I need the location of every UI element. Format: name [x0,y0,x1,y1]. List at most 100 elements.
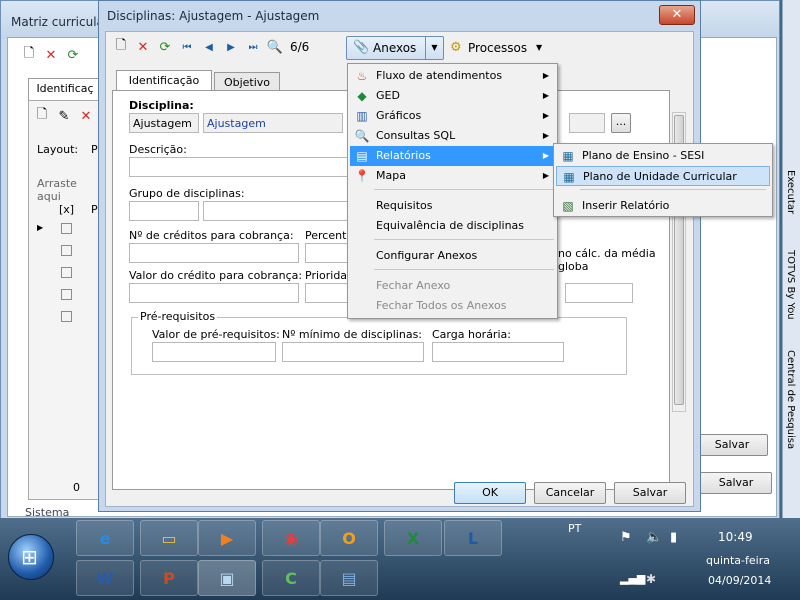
submenu-item-inserir-relatorio[interactable]: ▧ Inserir Relatório [556,196,770,216]
grupo-name-field[interactable] [203,201,353,221]
anexos-dropdown-arrow-icon[interactable]: ▼ [425,37,443,59]
gears-icon: ⚙ [450,40,462,55]
clock-day[interactable]: quinta-feira [706,554,770,567]
first-record-icon[interactable]: ⏮ [178,38,196,56]
menu-item-relatorios[interactable]: ▤ Relatórios ▶ [350,146,555,166]
refresh-icon[interactable]: ⟳ [156,38,174,56]
clock-date[interactable]: 04/09/2014 [708,574,771,587]
submenu-arrow-icon: ▶ [542,91,549,100]
camtasia-taskbar-icon[interactable]: C [262,560,320,596]
chart-icon: ▥ [356,109,368,123]
menu-item-consultas-sql[interactable]: 🔍 Consultas SQL ▶ [350,126,555,146]
submenu-item-plano-ensino[interactable]: ▦ Plano de Ensino - SESI [556,146,770,166]
layout-value: P [91,143,98,156]
search-icon[interactable]: 🔍 [266,38,284,56]
menu-separator [580,189,766,190]
carga-horaria-label: Carga horária: [432,328,511,341]
delete-icon[interactable]: ✕ [134,38,152,56]
menu-item-graficos[interactable]: ▥ Gráficos ▶ [350,106,555,126]
excel-taskbar-icon[interactable]: X [384,520,442,556]
flow-icon: ♨ [356,69,368,83]
disciplina-code-field[interactable]: Ajustagem [129,113,199,133]
processos-button[interactable]: ⚙ Processos ▼ [446,36,546,60]
word-taskbar-icon[interactable]: W [76,560,134,596]
previous-record-icon[interactable]: ◀ [200,38,218,56]
report-icon: ▤ [356,149,368,163]
menu-item-equivalencia[interactable]: Equivalência de disciplinas [350,216,555,236]
extra-field[interactable] [565,283,633,303]
menu-item-fluxo[interactable]: ♨ Fluxo de atendimentos ▶ [350,66,555,86]
chrome-taskbar-icon[interactable]: ◉ [262,520,320,556]
min-disciplinas-field[interactable] [282,342,424,362]
media-text: no cálc. da média globa [558,247,656,273]
row-checkbox[interactable] [61,245,72,256]
descricao-field[interactable] [129,157,359,177]
grupo-code-field[interactable] [129,201,199,221]
new-icon[interactable]: 🗋 [20,46,38,64]
start-button[interactable]: ⊞ [8,534,54,580]
ok-button[interactable]: OK [454,482,526,504]
lync-taskbar-icon[interactable]: L [444,520,502,556]
processos-dropdown-arrow-icon[interactable]: ▼ [536,43,542,52]
row-checkbox[interactable] [61,267,72,278]
menu-item-mapa[interactable]: 📍 Mapa ▶ [350,166,555,186]
valor-credito-field[interactable] [129,283,299,303]
powerpoint-taskbar-icon[interactable]: P [140,560,198,596]
submenu-item-plano-unidade[interactable]: ▦ Plano de Unidade Curricular [556,166,770,186]
row-checkbox[interactable] [61,223,72,234]
delete-icon[interactable]: ✕ [42,46,60,64]
disciplina-code-value: Ajustagem [133,117,192,130]
edit-icon[interactable]: ✎ [55,107,73,125]
cancel-button[interactable]: Cancelar [534,482,606,504]
active-app-taskbar-icon[interactable]: ▣ [198,560,256,596]
background-tab-identificacao[interactable]: Identificaç [28,78,102,102]
menu-item-configurar-anexos[interactable]: Configurar Anexos [350,246,555,266]
creditos-field[interactable] [129,243,299,263]
media-taskbar-icon[interactable]: ▶ [198,520,256,556]
ie-taskbar-icon[interactable]: e [76,520,134,556]
anexos-button[interactable]: 📎 Anexos ▼ [346,36,444,60]
grid-header-check: [x] [59,203,75,216]
signal-icon[interactable]: ▂▄▆ [620,572,645,585]
disciplina-label: Disciplina: [129,99,194,112]
processos-label: Processos [468,41,528,55]
side-totvs[interactable]: TOTVS By You [785,250,796,320]
background-save-button-2[interactable]: Salvar [700,472,772,494]
disciplina-name-field[interactable]: Ajustagem [203,113,343,133]
menu-item-requisitos[interactable]: Requisitos [350,196,555,216]
last-record-icon[interactable]: ⏭ [244,38,262,56]
new-icon[interactable]: 🗋 [112,38,130,56]
menu-item-label: Configurar Anexos [376,249,478,262]
lookup-button[interactable]: ... [611,113,631,133]
language-indicator[interactable]: PT [568,522,581,535]
new-icon[interactable]: 🗋 [33,107,51,125]
row-checkbox[interactable] [61,311,72,322]
app-taskbar-icon[interactable]: ▤ [320,560,378,596]
update-icon[interactable]: ✱ [646,572,656,586]
explorer-taskbar-icon[interactable]: ▭ [140,520,198,556]
disciplina-extra-field[interactable] [569,113,605,133]
refresh-icon[interactable]: ⟳ [64,46,82,64]
clock-time[interactable]: 10:49 [718,530,753,544]
menu-item-ged[interactable]: ◆ GED ▶ [350,86,555,106]
valor-prereq-field[interactable] [152,342,276,362]
network-error-icon[interactable]: ⚑ [620,530,632,545]
row-checkbox[interactable] [61,289,72,300]
save-button[interactable]: Salvar [614,482,686,504]
next-record-icon[interactable]: ▶ [222,38,240,56]
valor-credito-label: Valor do crédito para cobrança: [129,269,303,282]
close-button[interactable]: ✕ [659,5,695,25]
delete-icon[interactable]: ✕ [77,107,95,125]
menu-item-label: Fluxo de atendimentos [376,69,503,82]
side-executar[interactable]: Executar [785,170,796,214]
volume-icon[interactable]: 🔈 [646,530,662,545]
anexos-menu: ♨ Fluxo de atendimentos ▶ ◆ GED ▶ ▥ Gráf… [347,63,558,319]
submenu-arrow-icon: ▶ [542,71,549,80]
taskbar: ⊞ e ▭ ▶ ◉ O X L W P ▣ C ▤ PT ⚑ 🔈 ▮ ▂▄▆ ✱… [0,518,800,600]
outlook-taskbar-icon[interactable]: O [320,520,378,556]
carga-horaria-field[interactable] [432,342,564,362]
side-central-pesquisa[interactable]: Central de Pesquisa [785,350,796,449]
background-save-button[interactable]: Salvar [696,434,768,456]
battery-icon[interactable]: ▮ [670,530,677,545]
paperclip-icon: 📎 [353,40,370,55]
